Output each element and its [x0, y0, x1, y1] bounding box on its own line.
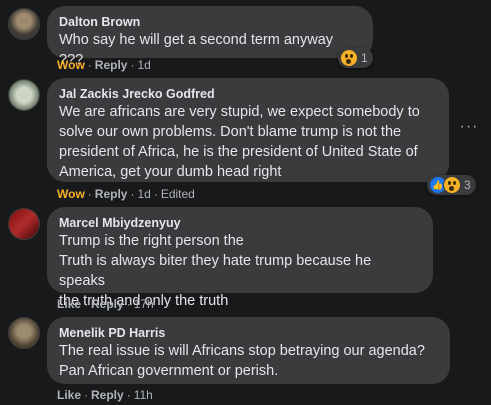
comment-actions: Wow · Reply · 1d	[57, 58, 151, 72]
comment-actions: Wow · Reply · 1d · Edited	[57, 187, 195, 201]
reply-button[interactable]: Reply	[91, 388, 124, 402]
wow-reaction-icon	[340, 49, 358, 67]
comment-author[interactable]: Jal Zackis Jrecko Godfred	[59, 86, 437, 102]
avatar[interactable]	[8, 8, 40, 40]
reply-button[interactable]: Reply	[95, 58, 128, 72]
avatar[interactable]	[8, 208, 40, 240]
avatar[interactable]	[8, 317, 40, 349]
more-options-icon[interactable]: ···	[459, 119, 479, 137]
comment-actions: Like · Reply · 11h	[57, 388, 153, 402]
comment-actions: Like · Reply · 17h	[57, 297, 154, 311]
comment-bubble: Menelik PD Harris The real issue is will…	[47, 317, 450, 384]
timestamp[interactable]: 1d	[137, 58, 150, 72]
comment-bubble: Marcel Mbiydzenyuy Trump is the right pe…	[47, 207, 433, 309]
react-button[interactable]: Wow	[57, 58, 85, 72]
edited-label: Edited	[160, 187, 195, 201]
like-button[interactable]: Like	[57, 297, 81, 311]
comment-bubble: Dalton Brown Who say he will get a secon…	[47, 6, 373, 68]
reaction-count: 3	[464, 178, 471, 192]
wow-reaction-icon	[443, 176, 461, 194]
reply-button[interactable]: Reply	[95, 187, 128, 201]
comment-author[interactable]: Menelik PD Harris	[59, 325, 438, 341]
like-button[interactable]: Like	[57, 388, 81, 402]
reaction-summary[interactable]: 1	[338, 48, 373, 68]
comment-text: The real issue is will Africans stop bet…	[59, 343, 425, 379]
timestamp[interactable]: 17h	[134, 297, 154, 311]
avatar[interactable]	[8, 79, 40, 111]
reaction-count: 1	[361, 51, 368, 65]
timestamp[interactable]: 11h	[134, 388, 153, 402]
reaction-summary[interactable]: 👍 3	[427, 175, 476, 195]
comment-text: We are africans are very stupid, we expe…	[59, 104, 420, 180]
reply-button[interactable]: Reply	[91, 297, 124, 311]
react-button[interactable]: Wow	[57, 187, 85, 201]
timestamp[interactable]: 1d	[137, 187, 150, 201]
comment-author[interactable]: Marcel Mbiydzenyuy	[59, 215, 421, 231]
comment-bubble: Jal Zackis Jrecko Godfred We are african…	[47, 78, 449, 182]
comment-author[interactable]: Dalton Brown	[59, 14, 361, 30]
